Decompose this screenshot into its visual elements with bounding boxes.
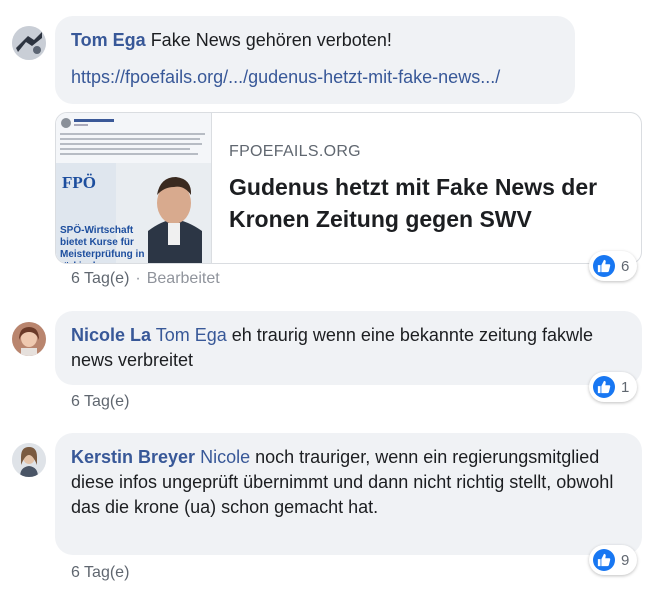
- reaction-number: 1: [621, 378, 630, 396]
- reaction-number: 9: [621, 551, 630, 569]
- reaction-count[interactable]: 6: [589, 251, 638, 281]
- comment-link[interactable]: https://fpoefails.org/.../gudenus-hetzt-…: [71, 65, 500, 90]
- comment-bubble: Nicole La Tom Ega eh traurig wenn eine b…: [55, 311, 642, 385]
- avatar[interactable]: [12, 322, 46, 356]
- comment-time[interactable]: 6 Tag(e): [71, 393, 129, 410]
- preview-domain: FPOEFAILS.ORG: [229, 143, 361, 160]
- reaction-count[interactable]: 9: [589, 545, 638, 575]
- avatar[interactable]: [12, 443, 46, 477]
- edited-label[interactable]: Bearbeitet: [147, 270, 220, 287]
- comment-text: Fake News gehören verboten!: [150, 30, 392, 50]
- meta-separator: ·: [135, 270, 141, 287]
- like-icon: [593, 376, 615, 398]
- comment-meta: 6 Tag(e): [71, 393, 129, 411]
- thumb-headline: SPÖ-Wirtschaft bietet Kurse für Meisterp…: [60, 225, 145, 263]
- reaction-count[interactable]: 1: [589, 372, 638, 402]
- like-icon: [593, 549, 615, 571]
- preview-title[interactable]: Gudenus hetzt mit Fake News der Kronen Z…: [229, 171, 629, 235]
- comment-time[interactable]: 6 Tag(e): [71, 270, 129, 287]
- reaction-number: 6: [621, 257, 630, 275]
- comment-bubble: Kerstin Breyer Nicole noch trauriger, we…: [55, 433, 642, 555]
- comment-author[interactable]: Nicole La: [71, 325, 151, 345]
- link-preview-card[interactable]: FPÖ SPÖ-Wirtschaft bietet Kurse für Meis…: [55, 112, 642, 264]
- comment-bubble: Tom Ega Fake News gehören verboten! http…: [55, 16, 575, 104]
- comment-time[interactable]: 6 Tag(e): [71, 564, 129, 581]
- preview-thumbnail: FPÖ SPÖ-Wirtschaft bietet Kurse für Meis…: [56, 113, 212, 263]
- like-icon: [593, 255, 615, 277]
- comment-author[interactable]: Tom Ega: [71, 30, 146, 50]
- comment-meta: 6 Tag(e) · Bearbeitet: [71, 270, 220, 288]
- comment-mention[interactable]: Nicole: [200, 447, 250, 467]
- comment-mention[interactable]: Tom Ega: [156, 325, 227, 345]
- avatar[interactable]: [12, 26, 46, 60]
- comment-meta: 6 Tag(e): [71, 564, 129, 582]
- thumb-logo: FPÖ: [62, 173, 96, 192]
- comment-author[interactable]: Kerstin Breyer: [71, 447, 195, 467]
